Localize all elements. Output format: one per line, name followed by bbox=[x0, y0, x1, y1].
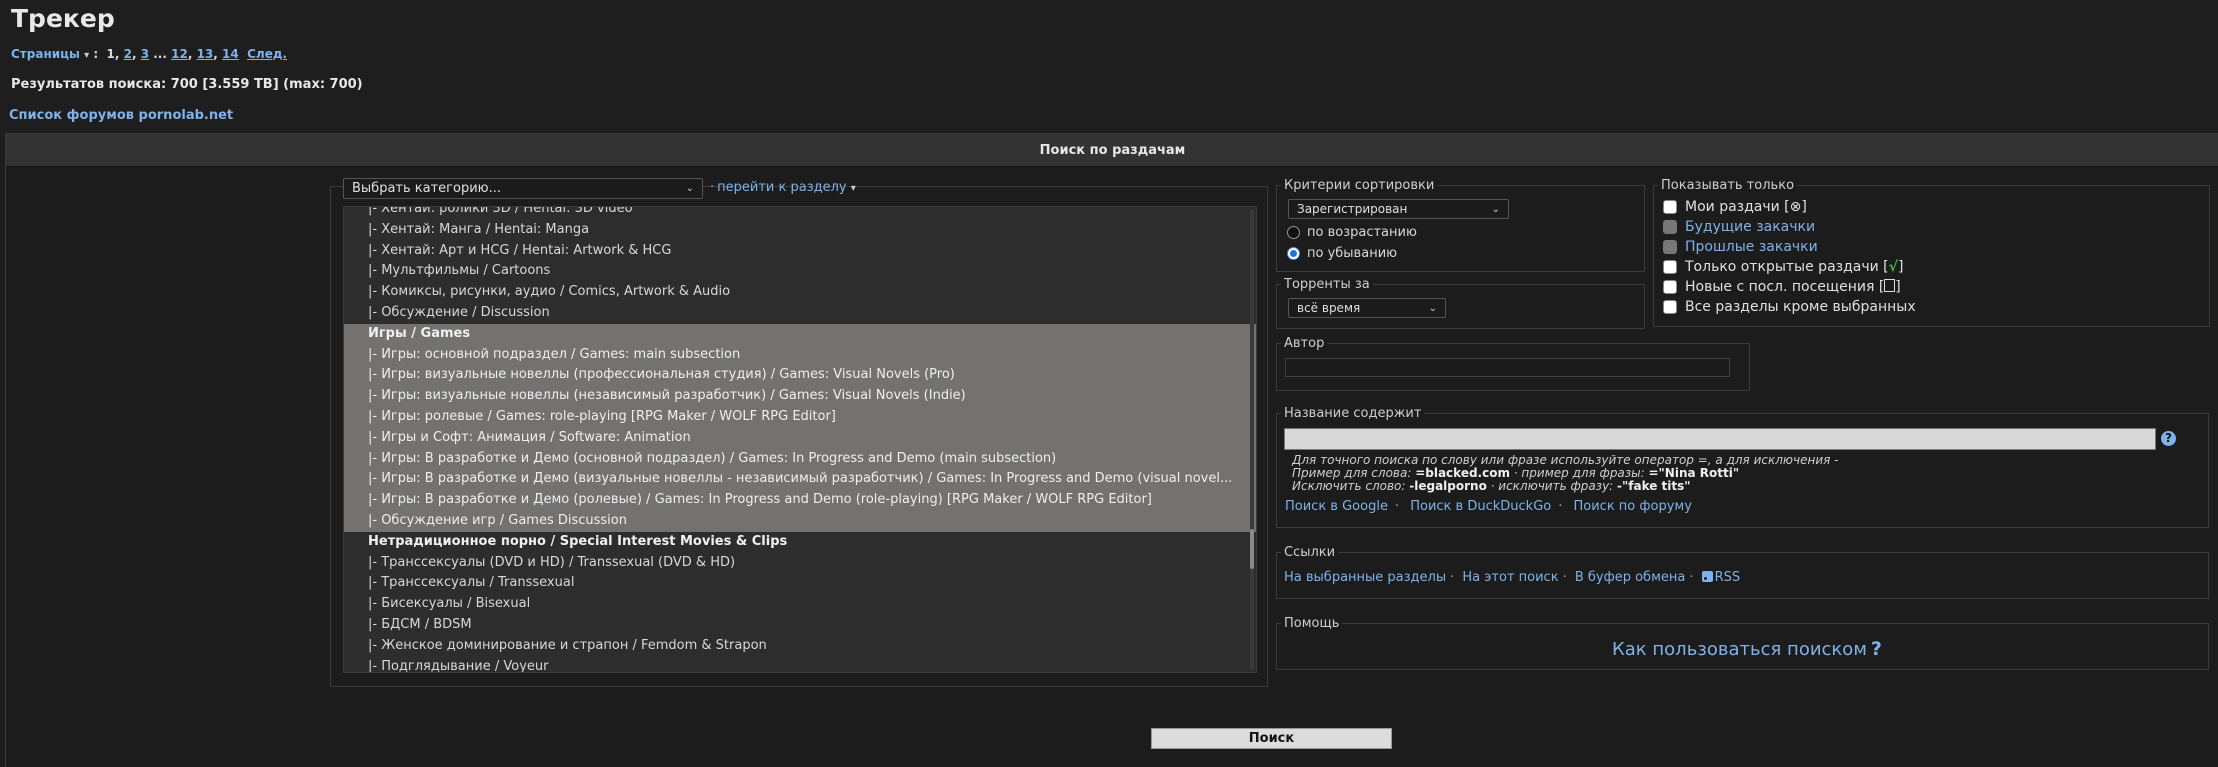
page-title: Трекер bbox=[11, 4, 115, 33]
copy-to-clipboard-link[interactable]: В буфер обмена bbox=[1575, 570, 1686, 585]
category-option[interactable]: |- Хентай: Манга / Hentai: Manga bbox=[344, 220, 1256, 241]
google-search-link[interactable]: Поиск в Google bbox=[1285, 499, 1388, 514]
chevron-down-icon: ▾ bbox=[850, 183, 856, 194]
category-group[interactable]: Игры / Games bbox=[344, 323, 1256, 345]
help-legend: Помощь bbox=[1284, 616, 1340, 631]
category-option[interactable]: |- Игры: В разработке и Демо (ролевые) /… bbox=[344, 490, 1256, 511]
title-legend: Название содержит bbox=[1284, 406, 1422, 421]
seed-icon: ⊗ bbox=[1789, 199, 1802, 215]
search-hint: Для точного поиска по слову или фразе ис… bbox=[1292, 453, 1839, 467]
title-search-input[interactable] bbox=[1284, 428, 2156, 450]
open-only-checkbox[interactable]: Только открытые раздачи [√] bbox=[1663, 259, 1903, 275]
question-icon: ? bbox=[1870, 638, 1882, 660]
rss-link[interactable]: RSS bbox=[1701, 570, 1740, 585]
pagination: Страницы ▾ : 1, 2, 3 ... 12, 13, 14 След… bbox=[11, 47, 288, 61]
checkbox[interactable] bbox=[1663, 300, 1677, 314]
page-link[interactable]: 13 bbox=[197, 47, 214, 61]
category-option[interactable]: |- Мультфильмы / Cartoons bbox=[344, 261, 1256, 282]
checkbox[interactable] bbox=[1663, 280, 1677, 294]
search-hint-exclude: Исключить слово: -legalporno · исключить… bbox=[1292, 479, 1691, 493]
chevron-down-icon: ⌄ bbox=[1428, 302, 1437, 314]
category-option[interactable]: |- Транссексуалы / Transsexual bbox=[344, 573, 1256, 594]
chevron-down-icon: ⌄ bbox=[685, 183, 694, 194]
selected-sections-link[interactable]: На выбранные разделы bbox=[1284, 570, 1446, 585]
category-option[interactable]: |- Обсуждение / Discussion bbox=[344, 303, 1256, 324]
page-link[interactable]: 12 bbox=[171, 47, 188, 61]
scrollbar-thumb[interactable] bbox=[1250, 529, 1254, 569]
scrollbar-track[interactable] bbox=[1250, 209, 1254, 670]
this-search-link[interactable]: На этот поиск bbox=[1462, 570, 1558, 585]
page-link[interactable]: 3 bbox=[141, 47, 149, 61]
category-group[interactable]: Нетрадиционное порно / Special Interest … bbox=[344, 532, 1256, 553]
author-input[interactable] bbox=[1285, 358, 1730, 377]
radio-asc[interactable] bbox=[1287, 226, 1300, 239]
search-hint-example: Пример для слова: =blacked.com · пример … bbox=[1292, 466, 1740, 480]
category-option[interactable]: |- Комиксы, рисунки, аудио / Comics, Art… bbox=[344, 282, 1256, 303]
new-since-visit-checkbox[interactable]: Новые с посл. посещения [] bbox=[1663, 279, 1901, 295]
category-option[interactable]: |- Игры и Софт: Анимация / Software: Ani… bbox=[344, 427, 1256, 449]
panel-title: Поиск по раздачам bbox=[6, 134, 2218, 167]
future-downloads-checkbox[interactable]: Будущие закачки bbox=[1663, 219, 1815, 235]
sort-legend: Критерии сортировки bbox=[1284, 178, 1435, 193]
period-legend: Торренты за bbox=[1284, 277, 1370, 292]
duckduckgo-search-link[interactable]: Поиск в DuckDuckGo bbox=[1410, 499, 1551, 514]
category-option[interactable]: |- Игры: ролевые / Games: role-playing [… bbox=[344, 406, 1256, 428]
next-page-link[interactable]: След. bbox=[247, 47, 287, 61]
category-option[interactable]: |- Хентай: Арт и HCG / Hentai: Artwork &… bbox=[344, 241, 1256, 262]
check-icon: √ bbox=[1888, 259, 1898, 275]
past-downloads-checkbox[interactable]: Прошлые закачки bbox=[1663, 239, 1818, 255]
search-button[interactable]: Поиск bbox=[1151, 728, 1392, 749]
category-option[interactable]: |- Обсуждение игр / Games Discussion bbox=[344, 510, 1256, 532]
links-legend: Ссылки bbox=[1284, 545, 1336, 560]
period-select[interactable]: всё время ⌄ bbox=[1288, 298, 1446, 318]
goto-section-link[interactable]: · перейти к разделу ▾ bbox=[710, 180, 856, 195]
category-option[interactable]: |- Игры: В разработке и Демо (основной п… bbox=[344, 448, 1256, 470]
links-row: На выбранные разделы · На этот поиск · В б… bbox=[1284, 570, 1741, 585]
sort-desc-radio[interactable]: по убыванию bbox=[1287, 246, 1397, 261]
how-to-search-link[interactable]: Как пользоваться поиском? bbox=[1612, 638, 1882, 660]
category-option[interactable]: |- Хентай: ролики 3D / Hentai: 3D video bbox=[344, 207, 1256, 220]
category-option[interactable]: |- Игры: визуальные новеллы (независимый… bbox=[344, 386, 1256, 407]
category-option[interactable]: |- БДСМ / BDSM bbox=[344, 615, 1256, 636]
category-option[interactable]: |- Подглядывание / Voyeur bbox=[344, 657, 1256, 672]
checkbox[interactable] bbox=[1663, 240, 1677, 254]
forum-search-link[interactable]: Поиск по форуму bbox=[1574, 499, 1692, 514]
checkbox[interactable] bbox=[1663, 220, 1677, 234]
category-items: |- Хентай: ролики 3D / Hentai: 3D video |… bbox=[344, 207, 1256, 672]
all-except-selected-checkbox[interactable]: Все разделы кроме выбранных bbox=[1663, 299, 1916, 315]
category-option[interactable]: |- Игры: В разработке и Демо (визуальные… bbox=[344, 469, 1256, 491]
author-legend: Автор bbox=[1284, 336, 1325, 351]
page-current: 1 bbox=[106, 47, 115, 61]
sort-asc-radio[interactable]: по возрастанию bbox=[1287, 225, 1417, 240]
rss-icon bbox=[1701, 571, 1713, 582]
results-summary: Результатов поиска: 700 [3.559 TB] (max:… bbox=[11, 77, 363, 92]
radio-desc[interactable] bbox=[1287, 247, 1300, 260]
sort-select[interactable]: Зарегистрирован ⌄ bbox=[1288, 199, 1509, 219]
category-option[interactable]: |- Игры: визуальные новеллы (профессиона… bbox=[344, 365, 1256, 387]
page-link[interactable]: 14 bbox=[222, 47, 239, 61]
help-question-icon[interactable]: ? bbox=[2161, 431, 2176, 446]
show-only-legend: Показывать только bbox=[1661, 178, 1795, 193]
category-option[interactable]: |- Женское доминирование и страпон / Fem… bbox=[344, 636, 1256, 657]
forum-list-link[interactable]: Список форумов pornolab.net bbox=[9, 108, 233, 123]
category-list[interactable]: |- Хентай: ролики 3D / Hentai: 3D video |… bbox=[343, 206, 1257, 673]
checkbox[interactable] bbox=[1663, 260, 1677, 274]
chevron-down-icon: ⌄ bbox=[1491, 203, 1500, 215]
category-option[interactable]: |- Игры: основной подраздел / Games: mai… bbox=[344, 344, 1256, 366]
category-option[interactable]: |- Транссексуалы (DVD и HD) / Transsexua… bbox=[344, 553, 1256, 574]
checkbox[interactable] bbox=[1663, 200, 1677, 214]
pages-dropdown[interactable]: Страницы ▾ bbox=[11, 47, 89, 61]
file-icon bbox=[1884, 279, 1896, 292]
category-option[interactable]: |- Бисексуалы / Bisexual bbox=[344, 594, 1256, 615]
my-torrents-checkbox[interactable]: Мои раздачи [⊗] bbox=[1663, 199, 1807, 215]
external-search-links: Поиск в Google · Поиск в DuckDuckGo · Поис… bbox=[1285, 499, 1692, 514]
category-select[interactable]: Выбрать категорию... ⌄ bbox=[343, 178, 703, 199]
page-link[interactable]: 2 bbox=[124, 47, 132, 61]
chevron-down-icon: ▾ bbox=[84, 50, 90, 61]
